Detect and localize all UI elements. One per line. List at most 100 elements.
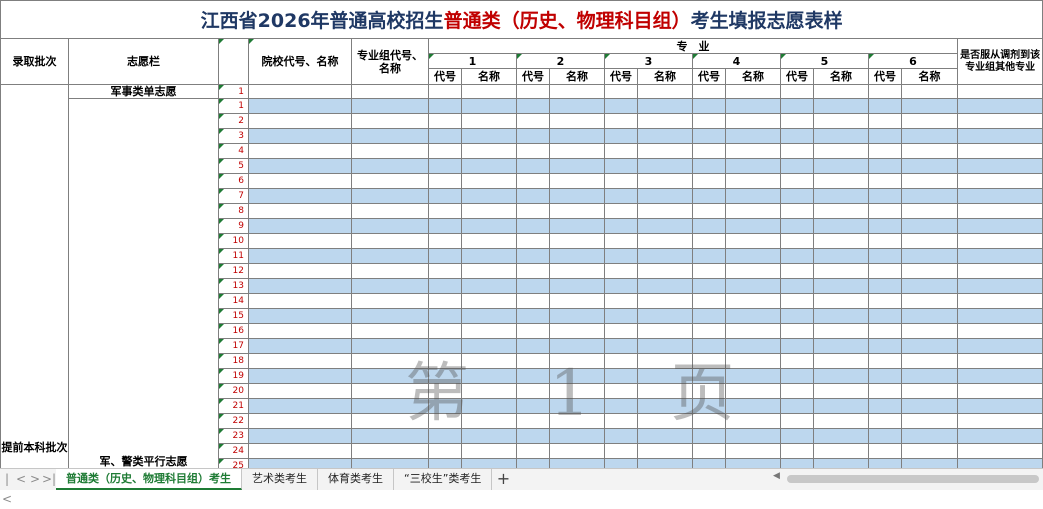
input-cell[interactable]	[428, 308, 462, 324]
input-cell[interactable]	[604, 128, 638, 144]
input-cell[interactable]	[813, 233, 869, 249]
input-cell[interactable]	[549, 173, 605, 189]
input-cell[interactable]	[780, 158, 814, 174]
input-cell[interactable]	[813, 203, 869, 219]
input-cell[interactable]	[868, 263, 902, 279]
input-cell[interactable]	[813, 188, 869, 204]
input-cell[interactable]	[637, 158, 693, 174]
input-cell[interactable]	[637, 368, 693, 384]
input-cell[interactable]	[351, 263, 429, 279]
input-cell[interactable]	[725, 398, 781, 414]
input-cell[interactable]	[813, 413, 869, 429]
input-cell[interactable]	[813, 368, 869, 384]
input-cell[interactable]	[725, 84, 781, 99]
input-cell[interactable]	[351, 203, 429, 219]
input-cell[interactable]	[780, 323, 814, 339]
input-cell[interactable]	[813, 218, 869, 234]
first-sheet-nav-icon[interactable]: |<	[0, 469, 14, 506]
input-cell[interactable]	[248, 158, 352, 174]
input-cell[interactable]	[868, 428, 902, 444]
input-cell[interactable]	[780, 278, 814, 294]
input-cell[interactable]	[692, 458, 726, 468]
input-cell[interactable]	[351, 84, 429, 99]
input-cell[interactable]	[780, 173, 814, 189]
input-cell[interactable]	[868, 143, 902, 159]
input-cell[interactable]	[461, 323, 517, 339]
input-cell[interactable]	[725, 308, 781, 324]
input-cell[interactable]	[692, 188, 726, 204]
input-cell[interactable]	[901, 158, 958, 174]
input-cell[interactable]	[956, 443, 1043, 459]
input-cell[interactable]	[351, 368, 429, 384]
input-cell[interactable]	[248, 353, 352, 369]
input-cell[interactable]	[780, 218, 814, 234]
input-cell[interactable]	[956, 143, 1043, 159]
input-cell[interactable]	[692, 173, 726, 189]
input-cell[interactable]	[637, 173, 693, 189]
input-cell[interactable]	[248, 128, 352, 144]
input-cell[interactable]	[604, 308, 638, 324]
input-cell[interactable]	[956, 84, 1043, 99]
input-cell[interactable]	[637, 398, 693, 414]
input-cell[interactable]	[351, 218, 429, 234]
input-cell[interactable]	[901, 84, 958, 99]
input-cell[interactable]	[461, 218, 517, 234]
input-cell[interactable]	[637, 293, 693, 309]
input-cell[interactable]	[428, 158, 462, 174]
input-cell[interactable]	[549, 308, 605, 324]
input-cell[interactable]	[248, 413, 352, 429]
input-cell[interactable]	[549, 398, 605, 414]
input-cell[interactable]	[549, 263, 605, 279]
input-cell[interactable]	[780, 188, 814, 204]
input-cell[interactable]	[637, 413, 693, 429]
input-cell[interactable]	[248, 308, 352, 324]
input-cell[interactable]	[516, 398, 550, 414]
input-cell[interactable]	[248, 323, 352, 339]
input-cell[interactable]	[637, 443, 693, 459]
input-cell[interactable]	[604, 113, 638, 129]
input-cell[interactable]	[428, 248, 462, 264]
input-cell[interactable]	[956, 383, 1043, 399]
input-cell[interactable]	[549, 128, 605, 144]
input-cell[interactable]	[637, 218, 693, 234]
input-cell[interactable]	[428, 143, 462, 159]
input-cell[interactable]	[248, 218, 352, 234]
input-cell[interactable]	[604, 84, 638, 99]
input-cell[interactable]	[725, 233, 781, 249]
input-cell[interactable]	[604, 98, 638, 114]
input-cell[interactable]	[901, 128, 958, 144]
input-cell[interactable]	[516, 428, 550, 444]
input-cell[interactable]	[516, 233, 550, 249]
input-cell[interactable]	[604, 368, 638, 384]
input-cell[interactable]	[692, 203, 726, 219]
input-cell[interactable]	[813, 158, 869, 174]
input-cell[interactable]	[549, 158, 605, 174]
input-cell[interactable]	[901, 218, 958, 234]
input-cell[interactable]	[692, 263, 726, 279]
input-cell[interactable]	[604, 278, 638, 294]
input-cell[interactable]	[725, 263, 781, 279]
input-cell[interactable]	[516, 248, 550, 264]
input-cell[interactable]	[901, 368, 958, 384]
input-cell[interactable]	[549, 383, 605, 399]
input-cell[interactable]	[516, 338, 550, 354]
input-cell[interactable]	[351, 413, 429, 429]
input-cell[interactable]	[351, 428, 429, 444]
input-cell[interactable]	[461, 173, 517, 189]
input-cell[interactable]	[780, 338, 814, 354]
input-cell[interactable]	[637, 458, 693, 468]
input-cell[interactable]	[692, 353, 726, 369]
input-cell[interactable]	[428, 323, 462, 339]
input-cell[interactable]	[428, 218, 462, 234]
input-cell[interactable]	[549, 143, 605, 159]
input-cell[interactable]	[637, 188, 693, 204]
input-cell[interactable]	[813, 84, 869, 99]
input-cell[interactable]	[461, 233, 517, 249]
input-cell[interactable]	[351, 458, 429, 468]
input-cell[interactable]	[351, 98, 429, 114]
input-cell[interactable]	[516, 263, 550, 279]
sheet-tab-general[interactable]: 普通类（历史、物理科目组）考生	[56, 469, 242, 490]
input-cell[interactable]	[725, 248, 781, 264]
input-cell[interactable]	[248, 443, 352, 459]
input-cell[interactable]	[813, 98, 869, 114]
